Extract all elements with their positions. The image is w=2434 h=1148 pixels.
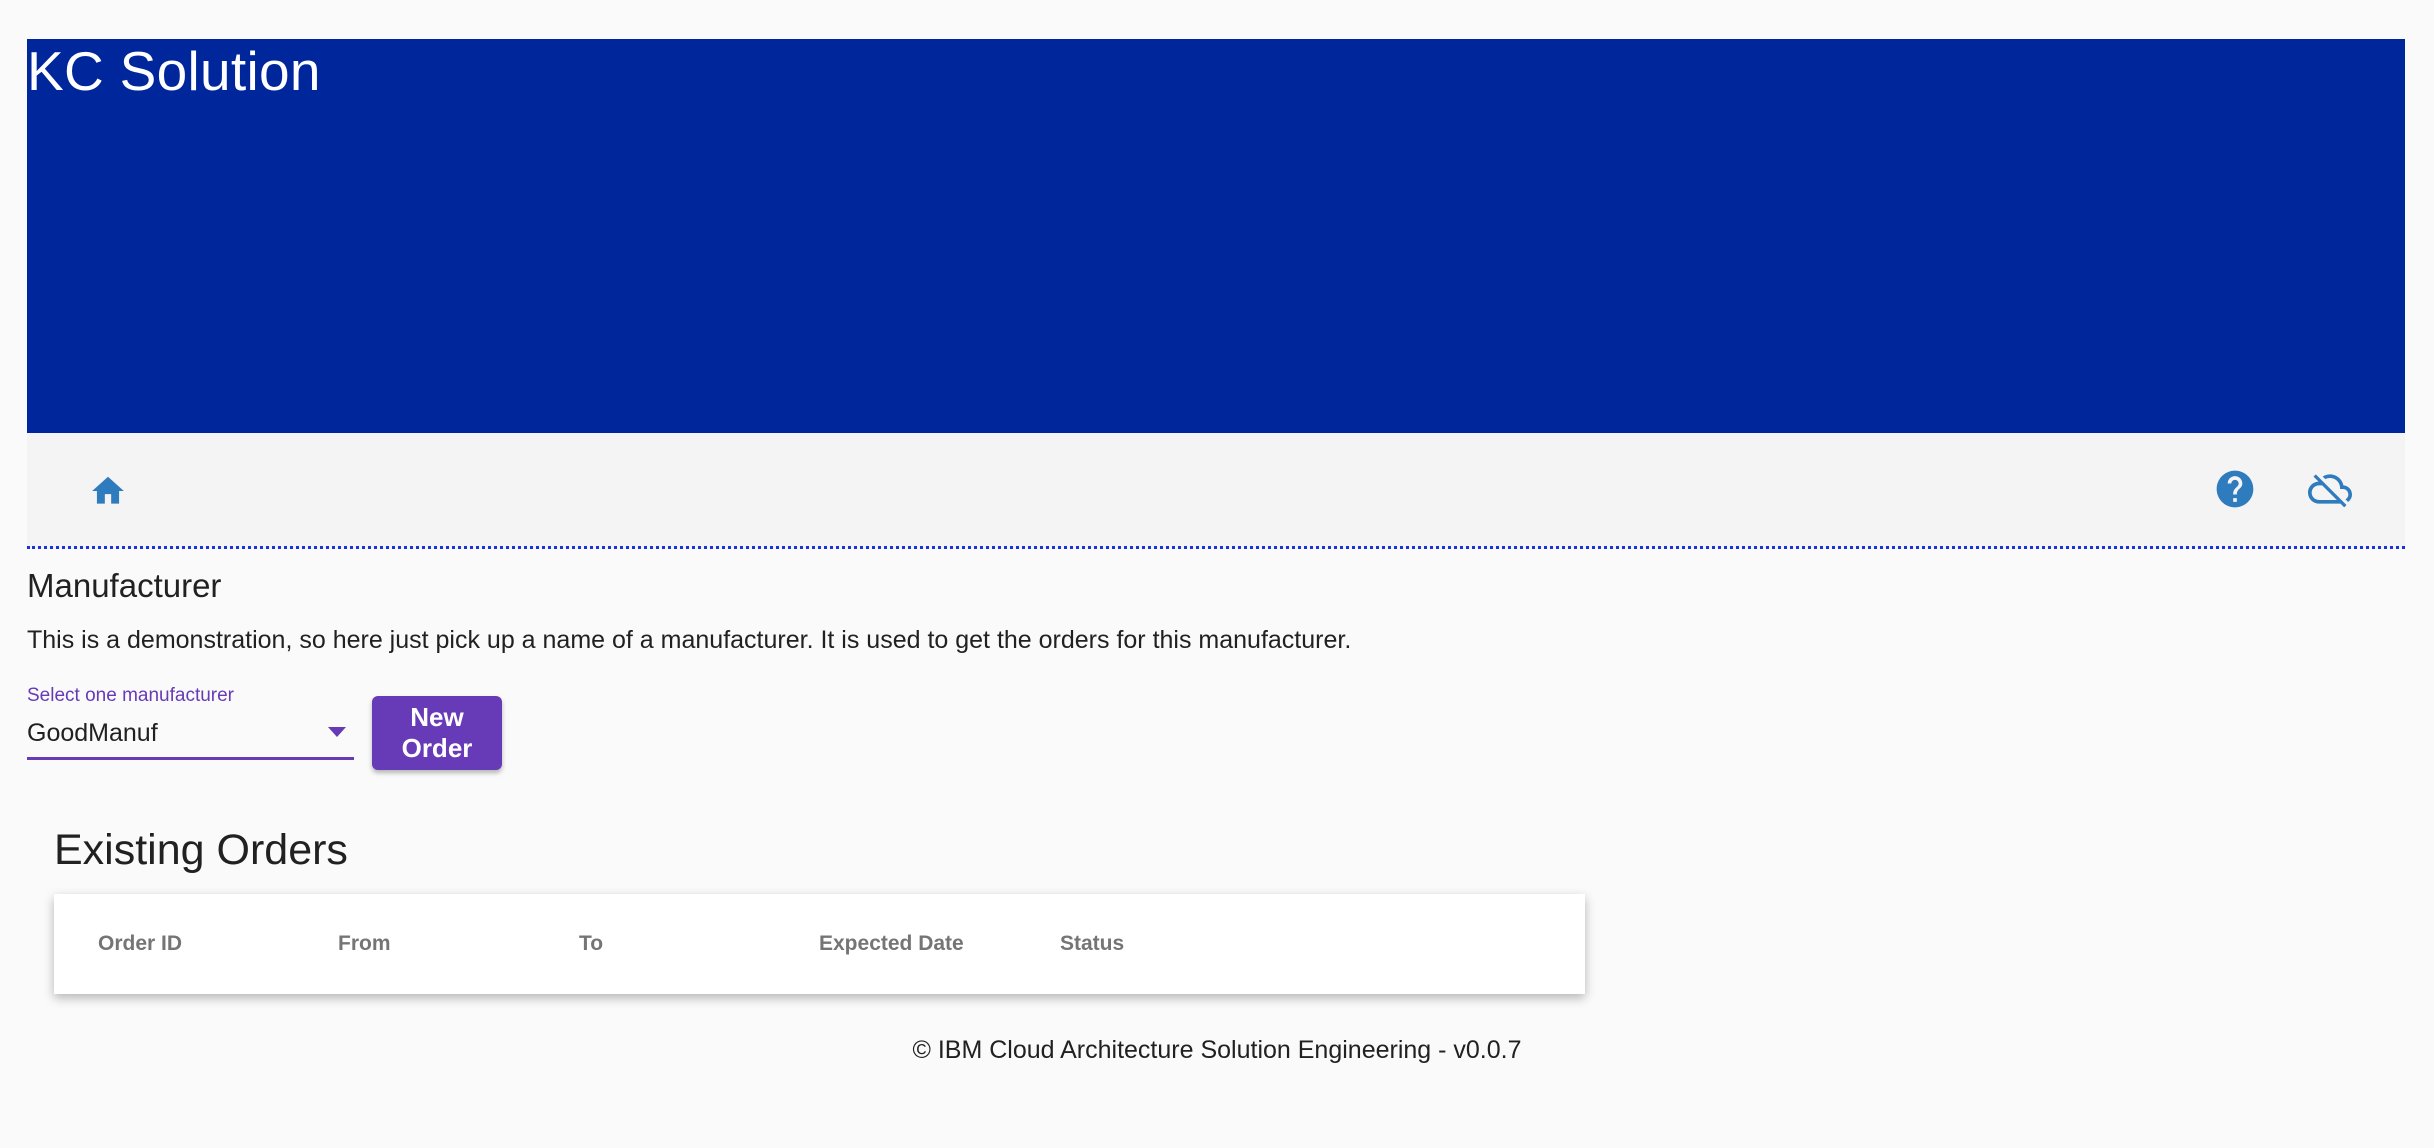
manufacturer-select-value: GoodManuf: [27, 719, 158, 747]
home-button[interactable]: [79, 462, 137, 520]
orders-table: Order ID From To Expected Date Status: [54, 894, 1585, 994]
dropdown-arrow-icon: [328, 727, 346, 737]
existing-orders-heading: Existing Orders: [54, 826, 348, 874]
help-button[interactable]: [2206, 460, 2264, 518]
manufacturer-select[interactable]: Select one manufacturer GoodManuf: [27, 683, 354, 760]
cloud-status-button[interactable]: [2301, 460, 2359, 518]
cloud-off-icon: [2306, 467, 2354, 511]
column-header-status[interactable]: Status: [1060, 930, 1124, 958]
select-underline: [27, 757, 354, 760]
manufacturer-heading: Manufacturer: [27, 567, 222, 604]
help-icon: [2213, 467, 2257, 511]
column-header-order-id[interactable]: Order ID: [98, 930, 182, 958]
manufacturer-select-label: Select one manufacturer: [27, 685, 235, 706]
app-title: KC Solution: [27, 40, 321, 102]
new-order-button[interactable]: New Order: [372, 696, 502, 770]
column-header-to[interactable]: To: [579, 930, 603, 958]
footer-copyright: © IBM Cloud Architecture Solution Engine…: [912, 1036, 1522, 1064]
toolbar: [27, 433, 2405, 549]
manufacturer-description: This is a demonstration, so here just pi…: [27, 626, 1352, 654]
home-icon: [88, 472, 128, 510]
column-header-expected-date[interactable]: Expected Date: [819, 930, 964, 958]
column-header-from[interactable]: From: [338, 930, 391, 958]
header-banner: KC Solution: [27, 39, 2405, 433]
